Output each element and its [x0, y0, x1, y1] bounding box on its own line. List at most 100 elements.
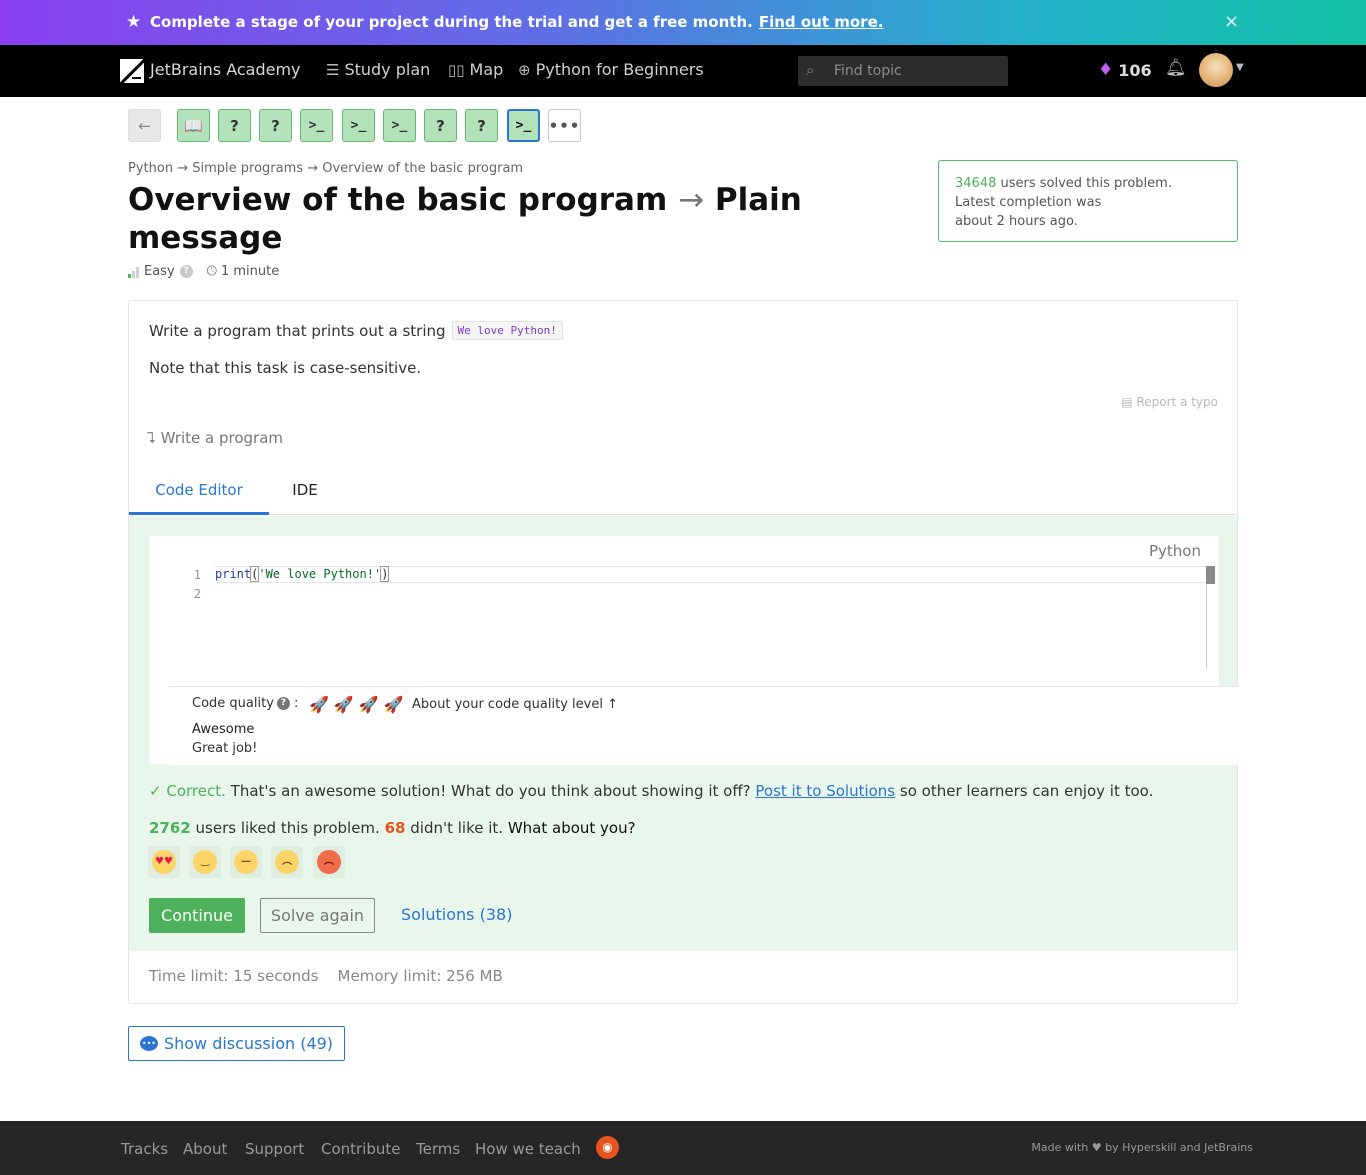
made-with-text: Made with ♥ by Hyperskill and JetBrains [1031, 1141, 1253, 1154]
quality-about-link[interactable]: About your code quality level ↑ [412, 697, 618, 712]
inline-code: We love Python! [451, 321, 563, 340]
time-estimate: 1 minute [220, 264, 280, 279]
step-code-current[interactable]: >_ [507, 109, 540, 142]
document-icon: ▤ [1121, 395, 1133, 409]
footer-link-support[interactable]: Support [245, 1140, 304, 1158]
code-quality-panel: Code quality? : 🚀🚀🚀🚀 About your code qua… [169, 686, 1239, 765]
tab-code-editor[interactable]: Code Editor [129, 467, 269, 515]
solution-area: Python 12 print('We love Python!') Code … [129, 516, 1239, 951]
promo-banner: ★ Complete a stage of your project durin… [0, 0, 1366, 45]
solved-stats-box: 34648 users solved this problem. Latest … [938, 160, 1238, 242]
nav-track[interactable]: ⊕ Python for Beginners [518, 60, 704, 79]
list-icon: ☰ [326, 60, 340, 79]
report-typo-link[interactable]: ▤ Report a typo [1121, 395, 1218, 409]
arrow-down-icon: ⮧ [147, 429, 156, 447]
step-theory[interactable]: 📖 [177, 109, 210, 142]
limits: Time limit: 15 seconds Memory limit: 256… [149, 967, 503, 985]
solutions-link[interactable]: Solutions (38) [401, 905, 512, 924]
solve-again-button[interactable]: Solve again [260, 898, 375, 933]
footer: Tracks About Support Contribute Terms Ho… [0, 1121, 1366, 1175]
gem-icon: ♦ [1098, 60, 1114, 80]
quality-comment: Great job! [192, 741, 258, 756]
check-icon: ✓ [149, 782, 162, 800]
clock-icon: 🕓︎ [206, 264, 217, 279]
help-icon[interactable]: ? [276, 697, 290, 710]
step-quiz[interactable]: ? [465, 109, 498, 142]
promo-message: Complete a stage of your project during … [150, 13, 884, 31]
footer-link-about[interactable]: About [183, 1140, 227, 1158]
breadcrumb: Python → Simple programs → Overview of t… [128, 161, 523, 176]
step-code[interactable]: >_ [342, 109, 375, 142]
neutral-face-icon: — [234, 850, 258, 874]
reaction-neutral-button[interactable]: — [230, 846, 262, 878]
solved-count: 34648 [955, 176, 997, 191]
show-discussion-button[interactable]: ••• Show discussion (49) [128, 1026, 345, 1061]
code-quality-label: Code quality? : [192, 696, 299, 711]
footer-link-contribute[interactable]: Contribute [321, 1140, 401, 1158]
footer-link-terms[interactable]: Terms [416, 1140, 460, 1158]
bell-icon[interactable]: 🔔︎ [1165, 58, 1187, 78]
result-message: ✓ Correct. That's an awesome solution! W… [149, 782, 1154, 800]
step-code[interactable]: >_ [383, 109, 416, 142]
top-navbar: JetBrains Academy ☰ Study plan ▯▯ Map ⊕ Pyt… [0, 45, 1366, 97]
heart-icon: ♥ [1091, 1141, 1102, 1154]
reddit-icon[interactable]: ◉ [596, 1136, 619, 1159]
reaction-smile-button[interactable]: ‿ [189, 846, 221, 878]
quality-level: Awesome [192, 722, 255, 737]
search-icon: ⌕ [806, 61, 815, 79]
likes-summary: 2762 users liked this problem. 68 didn't… [149, 819, 636, 837]
avatar[interactable] [1199, 53, 1233, 87]
breadcrumb-item[interactable]: Python [128, 161, 173, 176]
nav-map[interactable]: ▯▯ Map [448, 60, 503, 79]
task-statement: Write a program that prints out a string… [149, 321, 563, 340]
breadcrumb-item[interactable]: Simple programs [192, 161, 303, 176]
post-to-solutions-link[interactable]: Post it to Solutions [755, 782, 895, 800]
close-icon[interactable]: × [1224, 11, 1239, 33]
code-line[interactable]: print('We love Python!') [215, 566, 1207, 583]
step-quiz[interactable]: ? [218, 109, 251, 142]
smile-icon: ‿ [193, 850, 217, 874]
breadcrumb-separator: → [307, 161, 319, 176]
write-program-label: ⮧ Write a program [147, 429, 283, 447]
step-code[interactable]: >_ [300, 109, 333, 142]
chat-bubble-icon: ••• [139, 1036, 158, 1051]
difficulty-label: Easy [144, 264, 175, 279]
editor-tabs: Code Editor IDE [129, 467, 1237, 515]
step-quiz[interactable]: ? [424, 109, 457, 142]
star-icon: ★ [126, 12, 142, 32]
angry-face-icon: ︵ [317, 850, 341, 874]
language-label: Python [1149, 542, 1201, 560]
problem-meta: Easy ? 🕓︎ 1 minute [128, 264, 279, 279]
reaction-sad-button[interactable]: ︵ [271, 846, 303, 878]
scrollbar-thumb[interactable] [1206, 566, 1215, 584]
breadcrumb-item[interactable]: Overview of the basic program [322, 161, 523, 176]
search-box[interactable]: ⌕ [798, 56, 1008, 86]
back-step-button[interactable]: ← [128, 109, 161, 142]
heart-eyes-icon: ♥♥ [152, 850, 176, 874]
search-input[interactable] [834, 60, 999, 82]
logo-text[interactable]: JetBrains Academy [150, 60, 301, 79]
rocket-icons: 🚀🚀🚀🚀 [309, 695, 409, 714]
difficulty-bars-icon [128, 266, 139, 278]
chevron-down-icon[interactable]: ▼ [1236, 62, 1244, 73]
jetbrains-logo-icon[interactable] [120, 59, 144, 83]
help-icon[interactable]: ? [179, 265, 193, 278]
reaction-angry-button[interactable]: ︵ [313, 846, 345, 878]
find-out-more-link[interactable]: Find out more. [759, 13, 884, 31]
reaction-love-button[interactable]: ♥♥ [148, 846, 180, 878]
breadcrumb-separator: → [177, 161, 189, 176]
code-editor[interactable]: Python 12 print('We love Python!') Code … [149, 536, 1239, 765]
target-icon: ⊕ [518, 60, 531, 79]
footer-link-how-we-teach[interactable]: How we teach [475, 1140, 581, 1158]
problem-card: Write a program that prints out a string… [128, 300, 1239, 1004]
line-numbers: 12 [193, 568, 201, 601]
arrow-right-icon: → [678, 182, 705, 218]
continue-button[interactable]: Continue [149, 898, 245, 933]
more-steps-button[interactable]: ••• [548, 109, 581, 142]
nav-study-plan[interactable]: ☰ Study plan [326, 60, 430, 79]
page-title: Overview of the basic program → Plain me… [128, 182, 802, 256]
tab-ide[interactable]: IDE [277, 467, 333, 515]
step-quiz[interactable]: ? [259, 109, 292, 142]
footer-link-tracks[interactable]: Tracks [121, 1140, 168, 1158]
gems-counter[interactable]: ♦ 106 [1098, 60, 1152, 80]
